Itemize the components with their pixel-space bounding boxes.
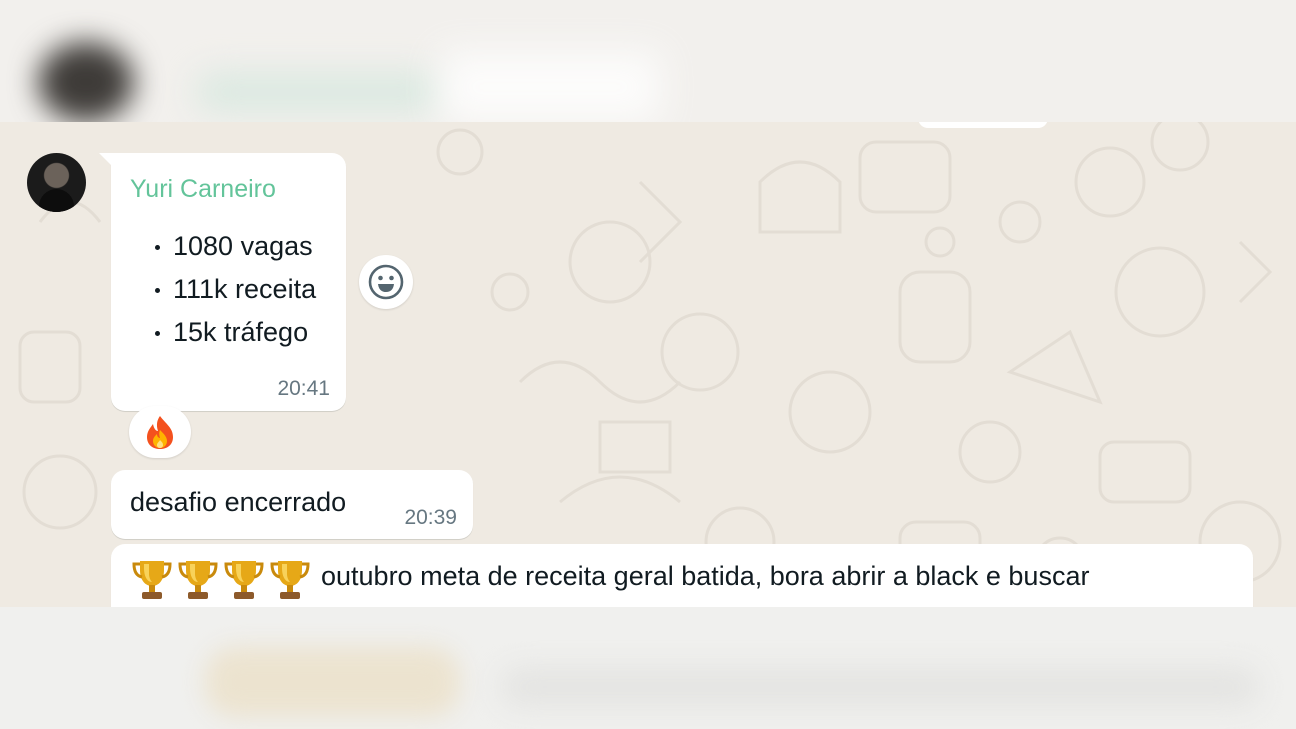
chat-header-blurred [0,0,1296,122]
add-reaction-button[interactable] [359,255,413,309]
list-item: 15k tráfego [155,311,316,354]
trophy-row [131,556,311,602]
message-bubble[interactable]: Yuri Carneiro 1080 vagas 111k receita 15… [99,153,346,411]
composer-blurred [0,607,1296,729]
message-bubble[interactable]: desafio encerrado 20:39 [111,470,473,539]
trophy-icon [224,561,264,599]
message-text: desafio encerrado [130,487,347,517]
sender-name[interactable]: Yuri Carneiro [130,175,276,204]
chat-area[interactable]: Yuri Carneiro 1080 vagas 111k receita 15… [0,122,1296,607]
fire-icon [147,416,173,449]
message-timestamp: 20:41 [277,377,330,400]
trophy-icon [178,561,218,599]
message-text: outubro meta de receita geral batida, bo… [321,561,1090,591]
trophy-icon [270,561,310,599]
message-timestamp: 20:39 [404,506,457,529]
date-pill-cut [918,122,1048,128]
bullet-list: 1080 vagas 111k receita 15k tráfego [155,225,316,354]
header-highlight-blurred [440,52,660,122]
message-reaction[interactable] [129,406,191,458]
composer-input-blurred [500,667,1260,707]
message-bubble[interactable]: outubro meta de receita geral batida, bo… [111,544,1253,607]
composer-pill-blurred [205,647,460,717]
trophy-icon [132,561,172,599]
avatar[interactable] [27,153,86,212]
header-avatar-blurred [38,42,134,122]
smiley-icon [368,264,404,300]
header-name-blurred [195,72,445,112]
list-item: 1080 vagas [155,225,316,268]
list-item: 111k receita [155,268,316,311]
